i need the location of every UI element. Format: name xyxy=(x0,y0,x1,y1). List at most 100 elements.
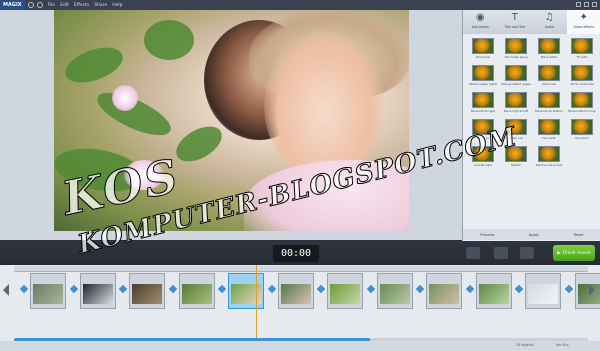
storyboard-clip[interactable] xyxy=(129,273,165,309)
effect-item[interactable]: Remove black bars xyxy=(535,146,563,170)
effect-label: Move right to left xyxy=(503,109,529,113)
panel-footer: Preview Apply Reset xyxy=(463,229,600,240)
clip-thumbnail xyxy=(379,284,410,304)
timecode-display: 00:00 xyxy=(273,245,319,262)
reset-button[interactable]: Reset xyxy=(574,233,584,237)
effect-item[interactable]: Move top to bottom xyxy=(535,92,563,116)
storyboard-clip[interactable] xyxy=(277,273,314,309)
tab-label: Title and Text xyxy=(504,25,526,29)
scroll-right-icon[interactable] xyxy=(589,284,595,296)
finish-movie-button[interactable]: ▶ Finish movie xyxy=(553,245,595,261)
status-bar xyxy=(0,341,600,351)
effect-item[interactable]: Old movie xyxy=(469,38,497,62)
add-photo-button[interactable] xyxy=(494,247,508,259)
storyboard-clip[interactable] xyxy=(475,273,512,309)
effect-thumbnail xyxy=(538,146,560,162)
effect-thumbnail xyxy=(571,65,593,81)
clip-thumbnail xyxy=(528,284,558,304)
effect-label: Move bottom to top xyxy=(568,109,596,113)
tab-video-effects[interactable]: ✦ Video effects xyxy=(566,10,600,34)
effect-label: Move top to bottom xyxy=(535,109,563,113)
effect-thumbnail xyxy=(505,92,527,108)
effect-thumbnail xyxy=(472,65,494,81)
storyboard-clip[interactable] xyxy=(79,273,116,309)
add-media-button[interactable] xyxy=(466,247,480,259)
playhead[interactable] xyxy=(256,265,257,340)
panel-tabs: ◉ Add object T Title and Text ♫ Audio ✦ Video e… xyxy=(463,10,600,34)
clip-thumbnail xyxy=(280,284,311,304)
app-logo: MAGIX xyxy=(0,0,25,10)
effect-item[interactable]: Old image aging xyxy=(502,38,530,62)
redo-icon[interactable] xyxy=(36,2,43,8)
tab-audio[interactable]: ♫ Audio xyxy=(532,10,567,34)
timeline-ruler[interactable] xyxy=(14,266,588,272)
storyboard-mode-button[interactable] xyxy=(520,247,534,259)
effect-thumbnail xyxy=(571,119,593,135)
effect-label: Mirror horizontal xyxy=(570,82,594,86)
play-icon: ▶ xyxy=(557,250,561,256)
clip-thumbnail xyxy=(33,284,63,304)
effect-item[interactable]: Add noise xyxy=(535,65,563,89)
effect-item[interactable]: TV retro xyxy=(568,38,596,62)
menu-help[interactable]: Help xyxy=(112,3,122,8)
tab-title-and-text[interactable]: T Title and Text xyxy=(498,10,533,34)
effect-item[interactable]: Move right to left xyxy=(502,92,530,116)
leaf-shape xyxy=(144,20,194,60)
undo-icon[interactable] xyxy=(27,2,34,8)
effect-label: TV retro xyxy=(576,55,588,59)
clip-thumbnail xyxy=(82,284,113,304)
clip-thumbnail xyxy=(330,284,360,304)
effect-thumbnail xyxy=(538,38,560,54)
clip-thumbnail xyxy=(478,284,509,304)
menu-file[interactable]: File xyxy=(48,3,56,8)
storyboard-clip[interactable] xyxy=(228,273,264,309)
T-icon: T xyxy=(511,12,518,23)
effect-label: Fine solar xyxy=(542,136,556,140)
effect-thumbnail xyxy=(538,119,560,135)
status-duration: 0m:41s xyxy=(556,343,569,347)
effect-thumbnail xyxy=(571,92,593,108)
effect-item[interactable]: Black white xyxy=(535,38,563,62)
close-button[interactable] xyxy=(592,2,597,7)
effect-item[interactable]: Moving sketch edges xyxy=(501,65,531,89)
menu-edit[interactable]: Edit xyxy=(60,3,69,8)
storyboard-clip[interactable] xyxy=(525,273,561,309)
status-objects: 10 objects xyxy=(516,343,534,347)
minimize-button[interactable] xyxy=(576,2,581,7)
maximize-button[interactable] xyxy=(584,2,589,7)
tab-label: Video effects xyxy=(573,25,595,29)
storyboard-clip[interactable] xyxy=(178,273,215,309)
effect-item[interactable]: Mirror horizontal xyxy=(568,65,596,89)
effect-label: Move left to right xyxy=(470,109,496,113)
effect-thumbnail xyxy=(472,38,494,54)
clip-thumbnail xyxy=(429,284,459,304)
storyboard-clip[interactable] xyxy=(327,273,363,309)
apply-button[interactable]: Apply xyxy=(529,233,539,237)
effect-item[interactable]: Fine solar xyxy=(535,119,563,143)
effect-item[interactable]: Use zoom xyxy=(568,119,596,143)
effect-label: Moving sketch edges xyxy=(501,82,531,86)
effect-item[interactable]: Move left to right xyxy=(469,92,497,116)
effect-label: Old movie xyxy=(475,55,491,59)
app-window: MAGIX File Edit Effects Share Help ◉ Add… xyxy=(0,0,600,351)
storyboard-clip[interactable] xyxy=(376,273,413,309)
storyboard-clip[interactable] xyxy=(574,273,600,309)
leaf-shape xyxy=(170,119,228,169)
effect-thumbnail xyxy=(472,92,494,108)
preview-button[interactable]: Preview xyxy=(480,233,494,237)
menu-effects[interactable]: Effects xyxy=(74,3,89,8)
circle-icon: ◉ xyxy=(475,12,485,23)
effect-item[interactable]: Move bottom to top xyxy=(568,92,596,116)
tab-add-object[interactable]: ◉ Add object xyxy=(463,10,498,34)
clip-thumbnail xyxy=(132,284,162,304)
scroll-left-icon[interactable] xyxy=(3,284,9,296)
effect-label: Black white xyxy=(540,55,558,59)
finish-movie-label: Finish movie xyxy=(562,250,591,256)
effect-item[interactable]: Sketch edges (light) xyxy=(469,65,497,89)
storyboard-clip[interactable] xyxy=(426,273,462,309)
menu-share[interactable]: Share xyxy=(94,3,107,8)
sparkle-icon: ✦ xyxy=(579,12,588,23)
effect-thumbnail xyxy=(505,65,527,81)
storyboard-clip[interactable] xyxy=(30,273,66,309)
effect-label: Old image aging xyxy=(504,55,528,59)
